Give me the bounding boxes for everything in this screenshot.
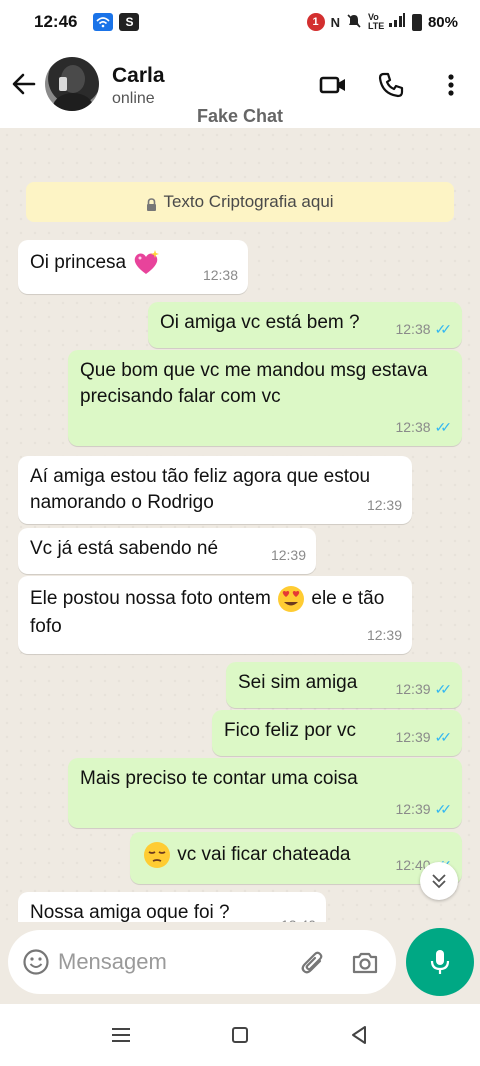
mute-icon <box>346 13 362 32</box>
message-time: 12:40 <box>281 912 316 922</box>
message-text: Ele postou nossa foto ontem <box>30 588 271 610</box>
nfc-icon: N <box>330 14 340 30</box>
sparkling-heart-emoji-icon <box>131 248 161 278</box>
battery-icon <box>411 13 422 31</box>
message-bubble-in[interactable]: Nossa amiga oque foi ? 12:40 <box>18 892 326 922</box>
message-text: Aí amiga estou tão feliz agora que estou… <box>30 466 371 513</box>
message-bubble-in[interactable]: Oi princesa 12:38 <box>18 240 248 294</box>
video-call-icon[interactable] <box>318 70 348 100</box>
message-text: Fico feliz por vc <box>224 720 356 741</box>
message-time: 12:38 <box>395 321 431 337</box>
message-bubble-out[interactable]: Fico feliz por vc 12:39 ✓✓ <box>212 710 462 756</box>
scroll-to-bottom-button[interactable] <box>420 862 458 900</box>
heart-eyes-emoji-icon <box>276 584 306 614</box>
pensive-face-emoji-icon <box>142 840 172 870</box>
message-time: 12:38 <box>395 419 431 435</box>
message-text: Oi princesa <box>30 252 127 274</box>
message-input[interactable] <box>58 940 278 984</box>
message-meta: 12:40 <box>281 912 316 922</box>
message-meta: 12:38 ✓✓ <box>395 316 452 342</box>
message-time: 12:39 <box>395 801 431 817</box>
message-text: Nossa amiga oque foi ? <box>30 902 230 922</box>
battery-percent: 80% <box>427 13 458 31</box>
status-bar: 12:46 S 1 N Vo LTE 80% <box>0 0 480 44</box>
microphone-button[interactable] <box>406 928 474 996</box>
more-vert-icon[interactable] <box>436 70 466 100</box>
paperclip-icon[interactable] <box>298 948 328 978</box>
message-time: 12:39 <box>395 729 431 745</box>
message-meta: 12:39 ✓✓ <box>395 676 452 702</box>
read-ticks-icon: ✓✓ <box>434 681 453 697</box>
status-time: 12:46 <box>34 12 78 31</box>
message-input-container[interactable] <box>8 930 396 994</box>
read-ticks-icon: ✓✓ <box>434 729 453 745</box>
signal-icon <box>388 12 406 32</box>
message-bubble-in[interactable]: Vc já está sabendo né 12:39 <box>18 528 316 574</box>
phone-icon[interactable] <box>376 70 406 100</box>
message-meta: 12:38 <box>203 262 238 288</box>
recent-apps-icon[interactable] <box>108 1022 134 1048</box>
message-bubble-out[interactable]: Que bom que vc me mandou msg estava prec… <box>68 350 462 446</box>
back-nav-icon[interactable] <box>346 1022 372 1048</box>
chat-header: Carla online Fake Chat <box>0 44 480 128</box>
emoji-icon[interactable] <box>22 948 50 976</box>
notification-badge: 1 <box>306 13 325 31</box>
fake-chat-watermark: Fake Chat <box>196 106 284 126</box>
message-time: 12:39 <box>270 547 306 563</box>
chevron-double-down-icon <box>432 874 446 889</box>
message-meta: 12:39 ✓✓ <box>395 796 452 822</box>
message-text: Mais preciso te contar uma coisa <box>80 768 358 789</box>
avatar[interactable] <box>45 57 99 111</box>
read-ticks-icon: ✓✓ <box>434 419 453 435</box>
microphone-icon <box>430 950 450 974</box>
message-meta: 12:38 ✓✓ <box>395 414 452 440</box>
s-app-icon: S <box>119 13 140 31</box>
status-right: 1 N Vo LTE 80% <box>306 12 458 32</box>
read-ticks-icon: ✓✓ <box>434 321 453 337</box>
chat-area[interactable]: Texto Criptografia aqui Oi princesa 12:3… <box>0 128 480 922</box>
contact-name[interactable]: Carla <box>112 64 165 88</box>
message-bubble-out[interactable]: vc vai ficar chateada 12:40✓✓ <box>130 832 462 884</box>
wifi-app-icon <box>93 13 114 31</box>
read-ticks-icon: ✓✓ <box>434 801 453 817</box>
volte-label: Vo LTE <box>367 12 385 31</box>
message-meta: 12:39 <box>367 492 402 518</box>
encryption-notice[interactable]: Texto Criptografia aqui <box>26 182 454 222</box>
camera-icon[interactable] <box>350 948 380 978</box>
encryption-text: Texto Criptografia aqui <box>163 192 334 211</box>
message-text: Que bom que vc me mandou msg estava prec… <box>80 360 428 407</box>
message-time: 12:38 <box>202 267 238 283</box>
message-time: 12:39 <box>395 681 431 697</box>
back-arrow-icon[interactable] <box>10 70 38 98</box>
message-text: vc vai ficar chateada <box>177 844 351 866</box>
message-meta: 12:39 ✓✓ <box>395 724 452 750</box>
message-bubble-out[interactable]: Mais preciso te contar uma coisa 12:39 ✓✓ <box>68 758 462 828</box>
message-meta: 12:39 <box>367 622 402 648</box>
message-bubble-in[interactable]: Ele postou nossa foto ontem ele e tão fo… <box>18 576 412 654</box>
system-navigation-bar <box>0 1004 480 1066</box>
message-bubble-out[interactable]: Sei sim amiga 12:39 ✓✓ <box>226 662 462 708</box>
home-icon[interactable] <box>227 1022 253 1048</box>
message-meta: 12:39 <box>271 542 306 568</box>
message-text: Sei sim amiga <box>238 672 358 693</box>
message-text: Oi amiga vc está bem ? <box>160 312 360 333</box>
message-time: 12:39 <box>366 497 402 513</box>
message-time: 12:39 <box>366 627 402 643</box>
lock-icon <box>146 196 157 211</box>
input-bar <box>0 922 480 1004</box>
message-bubble-in[interactable]: Aí amiga estou tão feliz agora que estou… <box>18 456 412 524</box>
message-bubble-out[interactable]: Oi amiga vc está bem ? 12:38 ✓✓ <box>148 302 462 348</box>
message-text: Vc já está sabendo né <box>30 538 219 559</box>
